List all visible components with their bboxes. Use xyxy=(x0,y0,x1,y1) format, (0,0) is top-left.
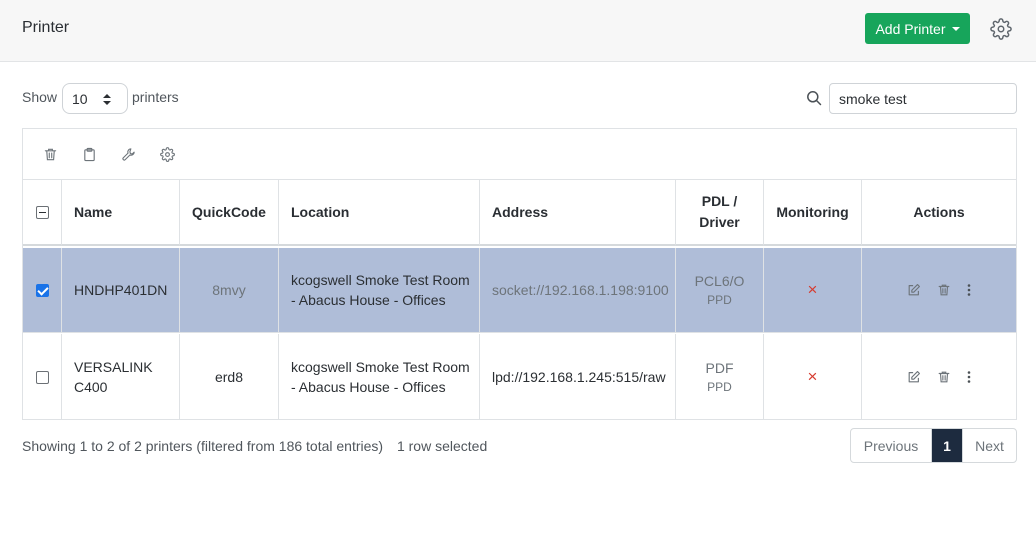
table-row[interactable]: HNDHP401DN 8mvy kcogswell Smoke Test Roo… xyxy=(23,248,1016,333)
search-icon xyxy=(807,91,822,106)
col-pdl-driver[interactable]: PDL / Driver xyxy=(676,180,764,246)
select-all-checkbox[interactable] xyxy=(35,205,49,219)
printer-name: VERSALINK C400 xyxy=(62,334,180,420)
pagination: Previous 1 Next xyxy=(850,428,1017,463)
row-checkbox[interactable] xyxy=(35,370,49,384)
add-printer-label: Add Printer xyxy=(875,20,946,37)
search-input[interactable] xyxy=(829,83,1017,114)
printer-address: lpd://192.168.1.245:515/raw xyxy=(480,334,676,420)
page-title: Printer xyxy=(22,19,70,36)
printers-label: printers xyxy=(132,89,179,105)
more-vertical-icon[interactable] xyxy=(967,283,971,297)
sort-arrows-icon xyxy=(103,94,111,105)
printer-location: kcogswell Smoke Test Room - Abacus House… xyxy=(279,248,480,332)
col-location[interactable]: Location xyxy=(279,180,480,246)
more-vertical-icon[interactable] xyxy=(967,370,971,384)
next-page-button[interactable]: Next xyxy=(962,429,1016,462)
trash-icon[interactable] xyxy=(43,147,58,162)
clipboard-icon[interactable] xyxy=(82,147,97,162)
printer-location: kcogswell Smoke Test Room - Abacus House… xyxy=(279,334,480,420)
trash-icon[interactable] xyxy=(937,283,951,297)
monitoring-off-icon: × xyxy=(764,334,862,420)
gear-icon[interactable] xyxy=(990,18,1012,40)
printer-pdl: PCL6/O xyxy=(694,273,745,289)
caret-down-icon xyxy=(951,27,960,31)
edit-icon[interactable] xyxy=(907,283,921,297)
select-all-header[interactable] xyxy=(23,180,62,246)
col-name[interactable]: Name xyxy=(62,180,180,246)
printer-quickcode: 8mvy xyxy=(180,248,279,332)
wrench-icon[interactable] xyxy=(121,147,136,162)
page-length-select[interactable]: 10 xyxy=(62,83,128,114)
edit-icon[interactable] xyxy=(907,370,921,384)
entries-info: Showing 1 to 2 of 2 printers (filtered f… xyxy=(22,438,384,454)
gear-icon[interactable] xyxy=(160,147,175,162)
show-label: Show xyxy=(22,89,58,105)
monitoring-off-icon: × xyxy=(764,248,862,332)
table-row[interactable]: VERSALINK C400 erd8 kcogswell Smoke Test… xyxy=(23,334,1016,420)
printer-driver: PPD xyxy=(707,293,732,307)
page-length-value: 10 xyxy=(72,90,88,107)
col-quickcode[interactable]: QuickCode xyxy=(180,180,279,246)
printer-quickcode: erd8 xyxy=(180,334,279,420)
trash-icon[interactable] xyxy=(937,370,951,384)
printer-driver: PPD xyxy=(707,380,732,394)
selected-info: 1 row selected xyxy=(396,438,488,454)
col-actions: Actions xyxy=(862,180,1016,246)
page-1-button[interactable]: 1 xyxy=(932,429,962,462)
printer-pdl: PDF xyxy=(705,360,734,376)
col-address[interactable]: Address xyxy=(480,180,676,246)
printer-address: socket://192.168.1.198:9100 xyxy=(480,248,676,332)
previous-page-button[interactable]: Previous xyxy=(851,429,932,462)
table-toolbar xyxy=(23,129,1016,180)
row-checkbox[interactable] xyxy=(35,283,49,297)
printer-name: HNDHP401DN xyxy=(62,248,180,332)
table-info: Showing 1 to 2 of 2 printers (filtered f… xyxy=(22,438,487,454)
page-header: Printer Add Printer xyxy=(0,0,1036,62)
add-printer-button[interactable]: Add Printer xyxy=(865,13,970,44)
printers-table: Name QuickCode Location Address PDL / Dr… xyxy=(22,128,1017,420)
col-monitoring[interactable]: Monitoring xyxy=(764,180,862,246)
